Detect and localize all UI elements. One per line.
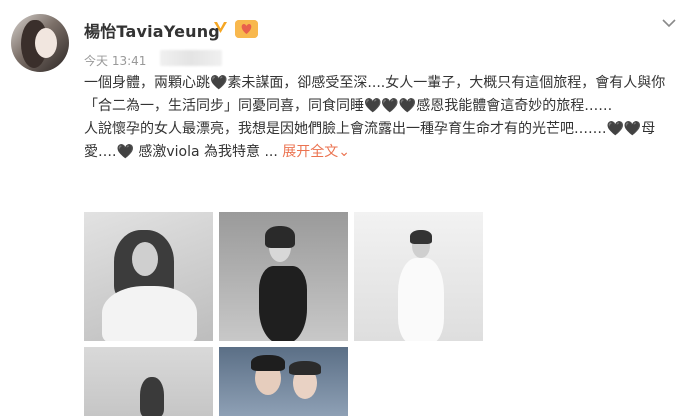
expand-arrow-icon: ⌄ xyxy=(338,144,350,160)
photo-3[interactable] xyxy=(354,212,483,341)
photo-2-hair xyxy=(265,226,295,248)
photo-1-body xyxy=(102,286,197,341)
avatar-face xyxy=(35,28,57,58)
photo-3-body xyxy=(398,258,444,341)
post-text: 一個身體，兩顆心跳🖤素未謀面，卻感受至深....女人一輩子，大概只有這個旅程，會… xyxy=(84,72,684,164)
photo-5-hair-1 xyxy=(251,355,285,371)
photo-1[interactable] xyxy=(84,212,213,341)
photo-2[interactable] xyxy=(219,212,348,341)
post-source-blurred xyxy=(160,50,222,66)
post-time[interactable]: 今天 13:41 xyxy=(84,52,146,69)
heart-badge-icon xyxy=(235,20,258,38)
post-paragraph-2: 人說懷孕的女人最漂亮，我想是因她們臉上會流露出一種孕育生命才有的光芒吧…….🖤🖤… xyxy=(84,118,684,164)
chevron-down-icon[interactable] xyxy=(661,15,677,31)
photo-4-figure xyxy=(140,377,164,416)
photo-5-hair-2 xyxy=(289,361,321,375)
post-paragraph-2-text: 人說懷孕的女人最漂亮，我想是因她們臉上會流露出一種孕育生命才有的光芒吧…….🖤🖤… xyxy=(84,121,656,160)
expand-label: 展开全文 xyxy=(282,144,339,160)
expand-full-text-link[interactable]: 展开全文⌄ xyxy=(282,144,350,160)
post-paragraph-1: 一個身體，兩顆心跳🖤素未謀面，卻感受至深....女人一輩子，大概只有這個旅程，會… xyxy=(84,75,666,114)
photo-1-face xyxy=(132,242,158,276)
photo-3-hair xyxy=(410,230,432,244)
author-name[interactable]: 楊怡TaviaYeung xyxy=(84,18,220,42)
photo-2-body xyxy=(259,266,307,341)
photo-4[interactable] xyxy=(84,347,213,416)
verified-v-icon xyxy=(213,20,228,35)
avatar[interactable] xyxy=(11,14,69,72)
photo-5[interactable] xyxy=(219,347,348,416)
